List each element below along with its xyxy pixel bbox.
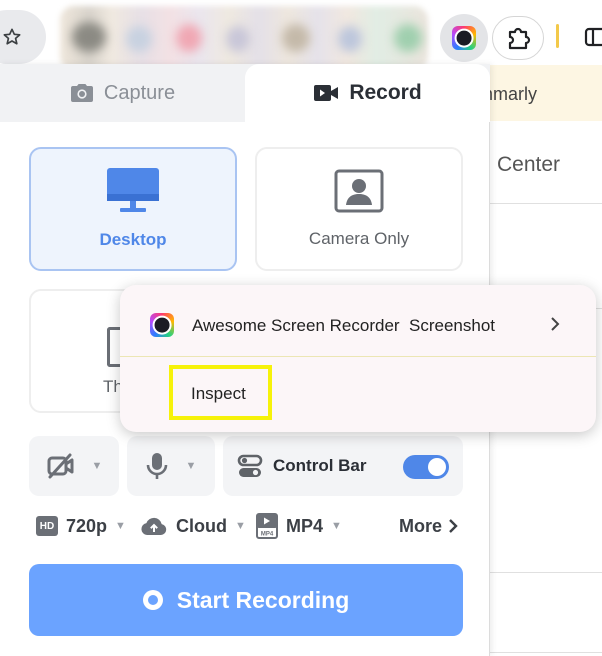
toolbar-divider [556,24,559,48]
mic-select-caret: ▼ [185,460,197,472]
control-bar-label: Control Bar [273,456,367,475]
background-divider [490,652,602,653]
storage-select[interactable]: Cloud ▼ [140,510,246,542]
screen-recorder-extension-icon[interactable] [452,26,476,50]
puzzle-extensions-icon[interactable] [506,26,532,50]
start-recording-button[interactable]: Start Recording [29,564,463,636]
options-row: HD 720p ▼ Cloud ▼ MP4 MP4 ▼ More [36,510,466,542]
background-text-center[interactable]: Center [497,153,560,177]
tab-record[interactable]: Record [245,64,490,122]
blurred-icon [282,24,310,52]
format-caret: ▼ [331,520,342,532]
mp4-file-icon: MP4 [256,513,278,539]
mode-camera-only-card[interactable]: Camera Only [255,147,463,271]
blurred-icon [394,24,422,52]
star-icon[interactable] [2,27,22,47]
storage-caret: ▼ [235,520,246,532]
portrait-icon [334,169,384,213]
blurred-icon [126,26,152,52]
start-recording-label: Start Recording [176,586,350,613]
context-menu-separator [120,356,596,357]
context-menu-item-inspect[interactable]: Inspect [191,384,246,404]
screenshot-root: mmarly Center Capture Record Desktop Cam… [0,0,602,656]
camera-select-caret: ▼ [91,460,103,472]
toggle-knob [428,458,446,476]
chevron-right-icon [449,519,458,533]
resolution-select[interactable]: HD 720p ▼ [36,510,126,542]
microphone-icon [146,453,167,479]
resolution-label: 720p [66,515,108,536]
format-label: MP4 [286,515,324,536]
context-menu: Awesome Screen Recorder Screenshot Inspe… [120,285,596,432]
blurred-icon [72,22,106,52]
control-bar-icon [237,454,263,477]
mic-select[interactable]: ▼ [127,436,215,496]
tab-capture-label: Capture [103,81,176,104]
blurred-icon [226,26,250,52]
control-bar-toggle[interactable] [403,455,449,479]
camera-off-icon [47,453,74,479]
monitor-icon [107,168,159,212]
side-panel-icon[interactable] [584,26,602,48]
record-dot-icon [142,590,163,610]
screen-recorder-icon [150,313,174,337]
more-label: More [398,515,442,536]
tab-capture[interactable]: Capture [0,64,245,122]
mode-desktop-card[interactable]: Desktop [29,147,237,271]
hd-badge-icon: HD [36,516,58,536]
context-menu-item-label: Awesome Screen Recorder Screenshot [192,316,496,335]
blurred-icon [338,26,362,52]
more-button[interactable]: More [399,510,458,542]
background-divider [490,203,602,204]
chevron-right-icon [551,317,560,331]
mode-desktop-label: Desktop [99,230,167,249]
cloud-upload-icon [141,517,167,535]
mode-camera-only-label: Camera Only [308,229,410,248]
storage-label: Cloud [176,515,227,536]
resolution-caret: ▼ [115,520,126,532]
camera-select[interactable]: ▼ [29,436,119,496]
tab-bar: Capture Record [0,64,490,122]
camera-icon [70,84,93,102]
tab-record-label: Record [349,81,422,104]
control-bar-setting: Control Bar [223,436,463,496]
blurred-icon [176,24,202,52]
background-divider [490,572,602,573]
video-camera-icon [314,85,339,101]
format-select[interactable]: MP4 MP4 ▼ [256,510,342,542]
mp4-icon-text: MP4 [261,532,274,538]
